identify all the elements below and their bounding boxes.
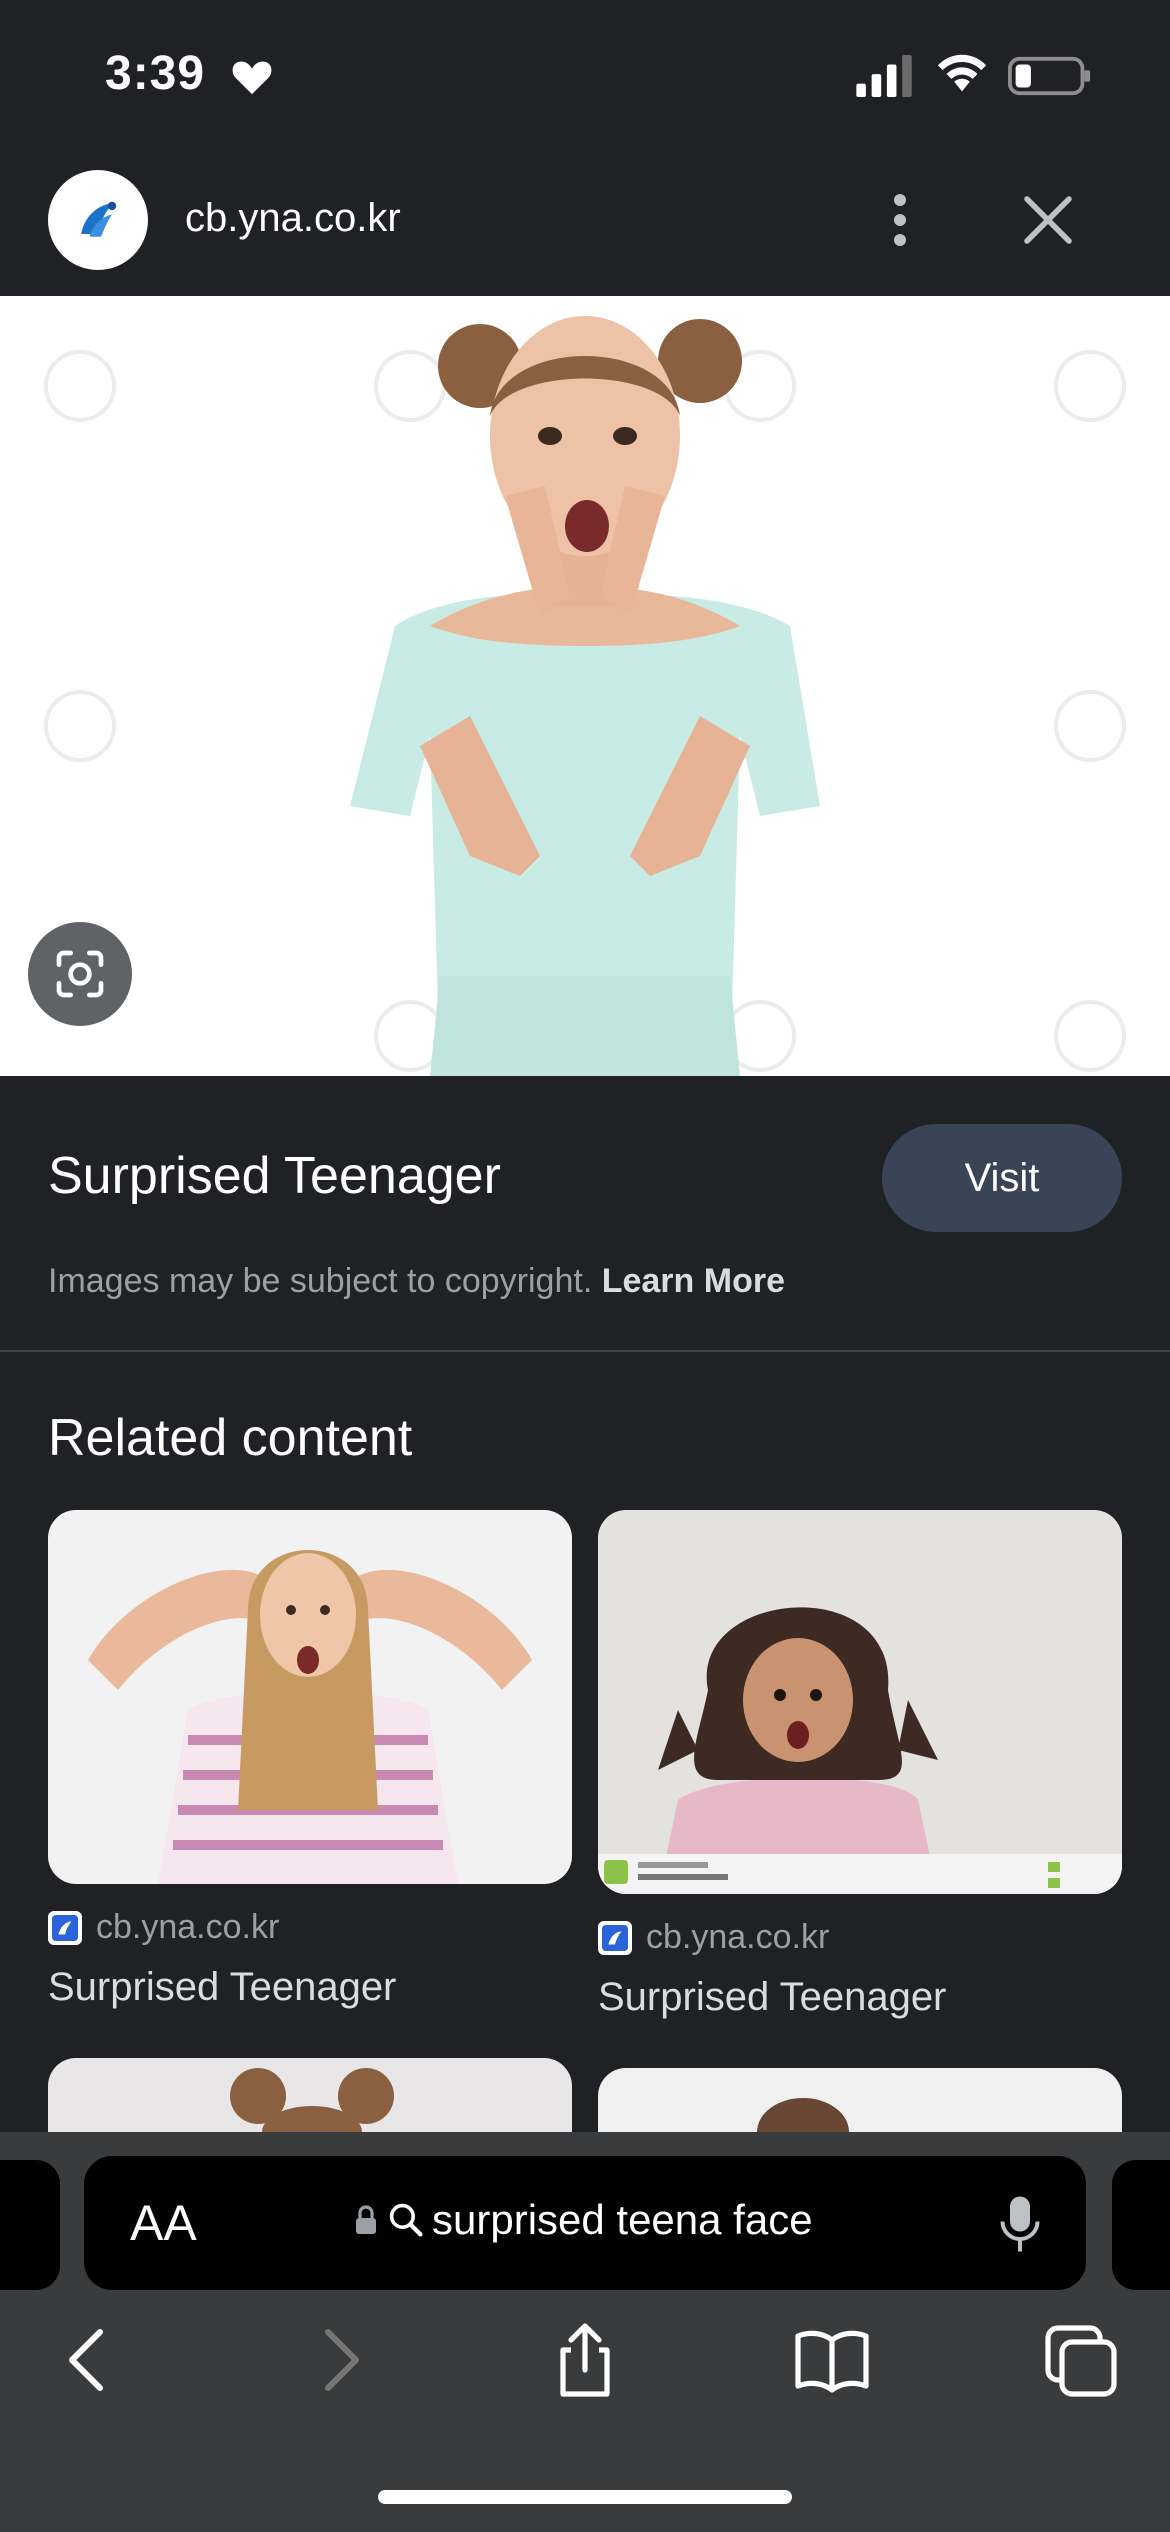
browser-toolbar: AA surprised teena face (0, 2132, 1170, 2532)
surprised-girl-photo (0, 296, 1170, 1076)
tabs-icon[interactable] (1040, 2320, 1120, 2400)
search-icon (389, 2203, 423, 2237)
forward-icon[interactable] (300, 2320, 380, 2400)
site-favicon[interactable] (48, 170, 148, 270)
next-tab-preview[interactable] (1112, 2160, 1170, 2290)
yna-logo-icon (52, 1914, 78, 1941)
card-title: Surprised Teenager (598, 1975, 947, 2019)
section-divider (0, 1350, 1170, 1352)
learn-more-link[interactable]: Learn More (602, 1262, 785, 1300)
google-lens-button[interactable] (28, 922, 132, 1026)
related-card[interactable]: cb.yna.co.kr Surprised Teenager (598, 1510, 1122, 2020)
related-photo-1 (48, 1510, 572, 1884)
main-image[interactable] (0, 296, 1170, 1076)
bookmarks-icon[interactable] (792, 2320, 872, 2400)
wifi-icon (937, 54, 987, 92)
image-title: Surprised Teenager (48, 1147, 501, 1205)
text-size-button[interactable]: AA (130, 2194, 197, 2252)
close-icon[interactable] (1020, 192, 1076, 248)
home-indicator[interactable] (378, 2490, 792, 2504)
status-bar: 3:39 (0, 0, 1170, 150)
related-photo-3 (230, 2068, 394, 2132)
share-icon[interactable] (545, 2320, 625, 2400)
back-icon[interactable] (48, 2320, 128, 2400)
search-query-text: surprised teena face (432, 2196, 813, 2243)
yna-logo-icon (81, 201, 117, 237)
lens-icon (56, 950, 104, 998)
related-card-partial[interactable] (598, 2068, 1122, 2132)
related-card-image[interactable] (48, 1510, 572, 1884)
lock-icon (356, 2205, 376, 2234)
related-photo-2 (598, 1510, 1122, 1894)
cellular-signal-icon (856, 55, 912, 97)
card-title: Surprised Teenager (48, 1965, 397, 2009)
status-time: 3:39 (105, 47, 206, 100)
related-card[interactable]: cb.yna.co.kr Surprised Teenager (48, 1510, 572, 2010)
battery-icon (1008, 56, 1091, 96)
site-favicon-small (598, 1920, 632, 1955)
copyright-text: Images may be subject to copyright. (48, 1262, 593, 1300)
yna-logo-icon (602, 1924, 628, 1951)
related-content-heading: Related content (48, 1409, 413, 1467)
related-photo-4 (757, 2098, 849, 2132)
image-viewer-header: cb.yna.co.kr (0, 150, 1170, 296)
microphone-icon[interactable] (998, 2194, 1042, 2254)
site-favicon-small (48, 1910, 82, 1945)
related-card-partial[interactable] (48, 2058, 572, 2132)
card-source: cb.yna.co.kr (48, 1908, 572, 1947)
address-bar[interactable]: AA surprised teena face (84, 2156, 1086, 2290)
previous-tab-preview[interactable] (0, 2160, 60, 2290)
more-options-icon[interactable] (880, 190, 920, 250)
card-source-name: cb.yna.co.kr (646, 1918, 830, 1956)
copyright-notice: Images may be subject to copyright. Lear… (48, 1262, 785, 1301)
heart-icon (232, 61, 272, 95)
visit-button[interactable]: Visit (882, 1124, 1122, 1232)
related-card-image[interactable] (598, 1510, 1122, 1894)
card-source-name: cb.yna.co.kr (96, 1908, 280, 1946)
card-source: cb.yna.co.kr (598, 1918, 1122, 1957)
site-name: cb.yna.co.kr (185, 196, 401, 240)
